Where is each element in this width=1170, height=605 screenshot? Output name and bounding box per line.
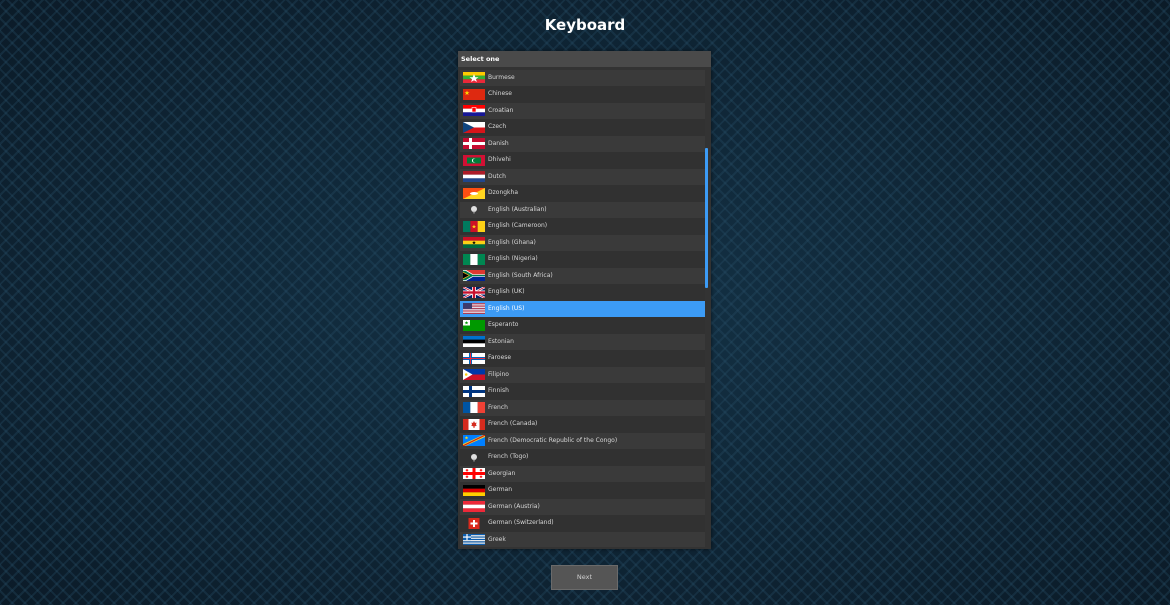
list-item[interactable]: German (Austria) xyxy=(460,498,705,515)
list-item-label: German (Austria) xyxy=(488,502,540,510)
ghana-flag-icon xyxy=(463,237,485,248)
list-item-label: English (Cameroon) xyxy=(488,222,548,229)
netherlands-flag-icon xyxy=(463,171,485,182)
esperanto-flag-icon xyxy=(463,319,485,331)
list-item-label: Czech xyxy=(488,123,507,130)
page-title: Keyboard xyxy=(544,16,626,34)
bhutan-flag-icon xyxy=(463,187,485,199)
list-item[interactable]: English (Nigeria) xyxy=(460,251,705,268)
us-flag-icon xyxy=(463,303,485,314)
list-item-label: English (Ghana) xyxy=(488,238,536,246)
list-item[interactable]: Finnish xyxy=(460,383,705,400)
list-item[interactable]: Czech xyxy=(460,119,705,136)
list-viewport[interactable]: Burmese Chinese Croatian Czech Danish Dhivehi… xyxy=(460,68,705,547)
next-button[interactable]: Next xyxy=(551,565,618,590)
france-flag-icon xyxy=(463,402,485,413)
canada-flag-icon xyxy=(463,418,485,430)
list-item-label: French (Canada) xyxy=(488,420,538,427)
list-item-label: English (South Africa) xyxy=(488,271,553,279)
drc-flag-icon xyxy=(463,435,485,446)
croatia-flag-icon xyxy=(463,105,485,116)
list-item[interactable]: Esperanto xyxy=(460,317,705,334)
list-item[interactable]: Georgian xyxy=(460,465,705,482)
list-item-label: German (Switzerland) xyxy=(488,519,554,526)
generic-flag-icon xyxy=(471,206,477,214)
list-item[interactable]: Estonian xyxy=(460,333,705,350)
list-item[interactable]: French xyxy=(460,399,705,416)
china-flag-icon xyxy=(463,88,485,100)
list-item-label: English (Nigeria) xyxy=(488,255,538,262)
uk-flag-icon xyxy=(463,286,485,298)
burma-flag-icon xyxy=(463,72,485,83)
estonia-flag-icon xyxy=(463,336,485,347)
list-item[interactable]: German (Switzerland) xyxy=(460,515,705,532)
list-item-label: French (Togo) xyxy=(488,453,529,460)
list-item-label: Burmese xyxy=(488,73,515,81)
nigeria-flag-icon xyxy=(463,253,485,265)
czech-flag-icon xyxy=(463,121,485,133)
list-item-label: German xyxy=(488,486,513,493)
list-item-label: Faroese xyxy=(488,354,512,361)
keyboard-layout-list: Select one Burmese Chinese Croatian Czech Da… xyxy=(458,51,711,549)
list-item-label: English (Australian) xyxy=(488,205,547,213)
list-header: Select one xyxy=(458,51,711,67)
finland-flag-icon xyxy=(463,385,485,397)
list-item-label: Dhivehi xyxy=(488,156,511,163)
list-item-label: Estonian xyxy=(488,337,514,345)
list-item[interactable]: English (UK) xyxy=(460,284,705,301)
list-item[interactable]: English (South Africa) xyxy=(460,267,705,284)
list-item-label: English (UK) xyxy=(488,288,525,295)
list-item[interactable]: Dzongkha xyxy=(460,185,705,202)
list-item-label: Croatian xyxy=(488,106,514,114)
list-item[interactable]: Chinese xyxy=(460,86,705,103)
denmark-flag-icon xyxy=(463,138,485,149)
list-item[interactable]: English (US) xyxy=(460,300,705,317)
list-item-label: Georgian xyxy=(488,469,516,477)
list-item-label: Chinese xyxy=(488,90,512,97)
list-item-label: Danish xyxy=(488,139,509,147)
list-item[interactable]: English (Ghana) xyxy=(460,234,705,251)
philippines-flag-icon xyxy=(463,369,485,380)
list-item[interactable]: French (Canada) xyxy=(460,416,705,433)
maldives-flag-icon xyxy=(463,154,485,166)
greece-flag-icon xyxy=(463,534,485,545)
list-item[interactable]: German xyxy=(460,482,705,499)
list-item[interactable]: Greek xyxy=(460,531,705,547)
list-item[interactable]: Croatian xyxy=(460,102,705,119)
list-item[interactable]: English (Australian) xyxy=(460,201,705,218)
list-item-label: Dutch xyxy=(488,172,506,180)
faroe-flag-icon xyxy=(463,352,485,364)
list-item[interactable]: Faroese xyxy=(460,350,705,367)
south-africa-flag-icon xyxy=(463,270,485,281)
switzerland-flag-icon xyxy=(468,517,480,529)
list-item-label: French xyxy=(488,403,508,411)
list-item-label: Greek xyxy=(488,535,506,543)
list-item[interactable]: Dutch xyxy=(460,168,705,185)
list-item[interactable]: Burmese xyxy=(460,69,705,86)
list-item-label: Esperanto xyxy=(488,321,519,328)
list-item-label: French (Democratic Republic of the Congo… xyxy=(488,436,618,444)
list-item[interactable]: French (Democratic Republic of the Congo… xyxy=(460,432,705,449)
list-item[interactable]: Dhivehi xyxy=(460,152,705,169)
list-item-label: Finnish xyxy=(488,387,509,394)
list-item-label: Filipino xyxy=(488,370,509,378)
list-item-label: Dzongkha xyxy=(488,189,519,196)
list-item[interactable]: English (Cameroon) xyxy=(460,218,705,235)
generic-flag-icon xyxy=(471,453,477,461)
list-item-label: English (US) xyxy=(488,304,525,312)
cameroon-flag-icon xyxy=(463,220,485,232)
georgia-flag-icon xyxy=(463,468,485,479)
germany-flag-icon xyxy=(463,484,485,496)
list-item[interactable]: French (Togo) xyxy=(460,449,705,466)
list-item[interactable]: Danish xyxy=(460,135,705,152)
list-scrollbar[interactable] xyxy=(705,148,708,288)
austria-flag-icon xyxy=(463,501,485,512)
list-item[interactable]: Filipino xyxy=(460,366,705,383)
